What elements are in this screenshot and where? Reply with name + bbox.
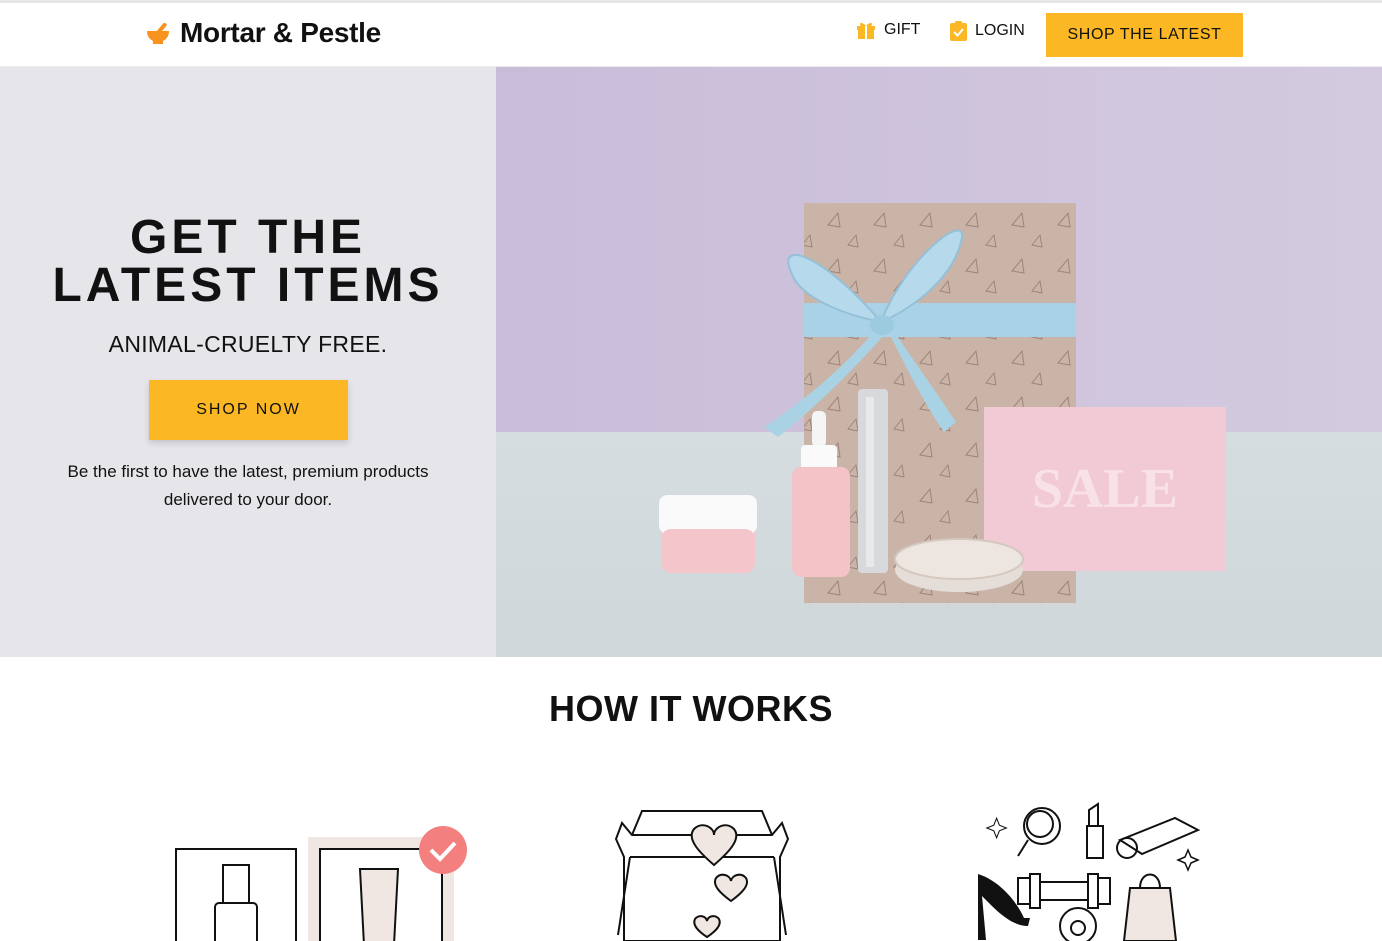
site-header: Mortar & Pestle GIFT LOGIN SHOP THE LATE… — [0, 3, 1382, 67]
hero-title: GET THE LATEST ITEMS — [0, 214, 496, 310]
hero-text-panel: GET THE LATEST ITEMS ANIMAL-CRUELTY FREE… — [0, 67, 496, 657]
gift-box-products-photo: SALE — [496, 67, 1382, 657]
hero-title-line2: LATEST ITEMS — [52, 259, 444, 312]
hero-description-line2: delivered to your door. — [163, 490, 333, 509]
nav-gift-link[interactable]: GIFT — [856, 21, 920, 39]
shop-the-latest-button[interactable]: SHOP THE LATEST — [1046, 13, 1243, 57]
products-collection-illustration — [978, 802, 1201, 941]
brand-name: Mortar & Pestle — [180, 17, 381, 48]
hero-subtitle: ANIMAL-CRUELTY FREE. — [108, 331, 388, 357]
hero-description: Be the first to have the latest, premium… — [30, 458, 466, 514]
choose-products-illustration — [175, 826, 467, 941]
mortar-pestle-logo-icon — [147, 22, 169, 44]
hero-title-line1: GET THE — [129, 211, 366, 264]
sale-card-text: SALE — [1032, 458, 1178, 520]
heart-box-illustration — [614, 810, 790, 941]
hero-description-line1: Be the first to have the latest, premium… — [67, 462, 429, 481]
brand-logo[interactable]: Mortar & Pestle — [146, 17, 381, 49]
nav-login-label: LOGIN — [975, 22, 1025, 39]
nav-gift-label: GIFT — [884, 21, 921, 38]
how-it-works-title: HOW IT WORKS — [549, 688, 833, 729]
hero-product-image: SALE — [496, 67, 1382, 657]
shop-now-button[interactable]: SHOP NOW — [149, 380, 348, 440]
check-badge-icon — [419, 826, 467, 874]
nav-login-link[interactable]: LOGIN — [950, 21, 1025, 41]
clipboard-check-icon — [950, 21, 967, 41]
gift-icon — [857, 22, 875, 39]
